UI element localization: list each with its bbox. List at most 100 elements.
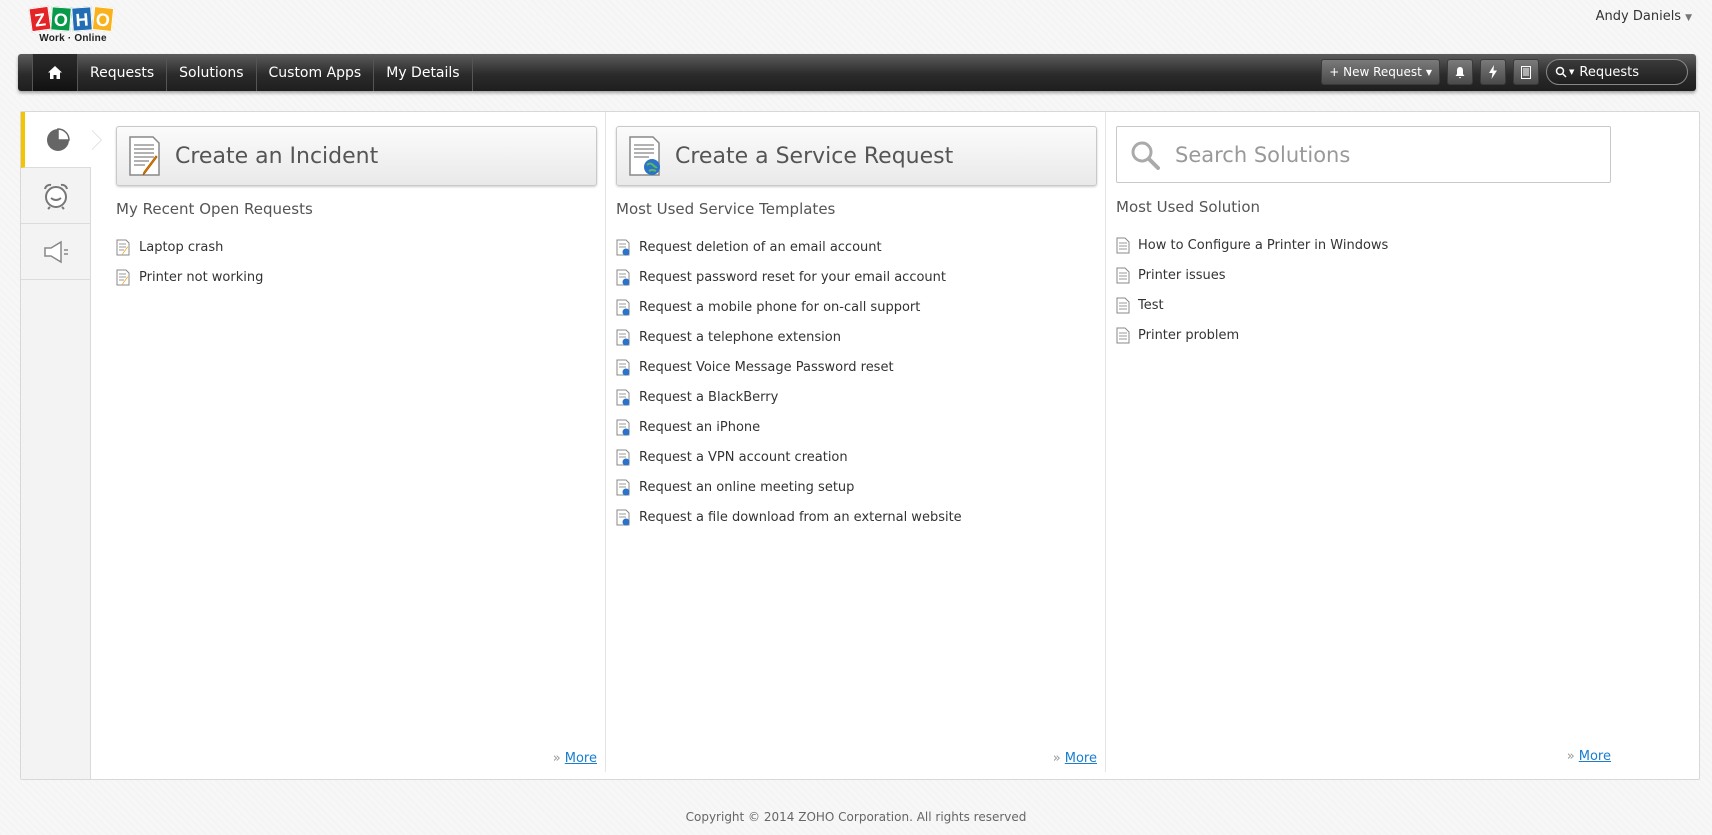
incident-column: Create an Incident My Recent Open Reques… — [116, 126, 597, 766]
user-menu[interactable]: Andy Daniels ▼ — [1596, 9, 1692, 24]
home-button[interactable] — [32, 54, 78, 91]
global-search[interactable]: ▼ Requests — [1546, 59, 1688, 85]
list-item-label: Laptop crash — [139, 239, 224, 255]
document-icon — [1521, 65, 1531, 79]
list-item[interactable]: Test — [1116, 290, 1611, 320]
most-used-solution-title: Most Used Solution — [1116, 198, 1261, 216]
service-template-icon — [616, 419, 630, 435]
logo-tiles: Z O H O — [28, 5, 116, 33]
chevron-down-icon: ▼ — [1425, 67, 1432, 77]
list-item-label: Printer issues — [1138, 267, 1226, 283]
notes-button[interactable] — [1513, 59, 1539, 85]
create-incident-label: Create an Incident — [175, 143, 379, 169]
double-chevron-icon: » — [552, 751, 561, 766]
list-item-label: Request Voice Message Password reset — [639, 359, 894, 375]
notifications-button[interactable] — [1447, 59, 1473, 85]
new-request-label: + New Request — [1329, 65, 1422, 79]
list-item[interactable]: Request a file download from an external… — [616, 502, 1097, 532]
list-item[interactable]: Printer problem — [1116, 320, 1611, 350]
column-divider — [1105, 112, 1106, 772]
incident-document-icon — [129, 136, 160, 176]
list-item-label: Request password reset for your email ac… — [639, 269, 946, 285]
tab-announcements[interactable] — [21, 224, 91, 280]
logo-letter: O — [50, 6, 72, 32]
lightning-icon — [1489, 65, 1497, 79]
main-navbar: Requests Solutions Custom Apps My Detail… — [18, 54, 1696, 91]
list-item[interactable]: Printer not working — [116, 262, 597, 292]
create-service-request-label: Create a Service Request — [675, 143, 954, 169]
service-document-icon — [629, 136, 660, 176]
list-item-label: Request deletion of an email account — [639, 239, 882, 255]
create-service-request-button[interactable]: Create a Service Request — [616, 126, 1097, 186]
tab-reminders[interactable] — [21, 168, 91, 224]
request-edit-icon — [116, 269, 130, 285]
service-template-icon — [616, 359, 630, 375]
create-incident-button[interactable]: Create an Incident — [116, 126, 597, 186]
search-icon — [1555, 66, 1567, 78]
search-icon — [1131, 141, 1160, 170]
list-item-label: Request a VPN account creation — [639, 449, 848, 465]
list-item-label: Printer not working — [139, 269, 264, 285]
more-link[interactable]: » More — [1053, 751, 1097, 766]
zoho-logo[interactable]: Z O H O Work · Online — [28, 5, 116, 49]
service-templates-list: Request deletion of an email account Req… — [616, 232, 1097, 532]
service-templates-title: Most Used Service Templates — [616, 200, 836, 218]
alarm-clock-icon — [44, 183, 68, 210]
search-scope-label: Requests — [1579, 64, 1639, 80]
double-chevron-icon: » — [1052, 751, 1061, 766]
list-item[interactable]: Request an online meeting setup — [616, 472, 1097, 502]
list-item[interactable]: How to Configure a Printer in Windows — [1116, 230, 1611, 260]
nav-requests[interactable]: Requests — [78, 54, 168, 91]
service-template-icon — [616, 509, 630, 525]
home-panel: Create an Incident My Recent Open Reques… — [20, 111, 1700, 780]
solution-document-icon — [1116, 237, 1130, 253]
list-item-label: Request a file download from an external… — [639, 509, 962, 525]
list-item[interactable]: Request deletion of an email account — [616, 232, 1097, 262]
list-item[interactable]: Request a mobile phone for on-call suppo… — [616, 292, 1097, 322]
footer-copyright: Copyright © 2014 ZOHO Corporation. All r… — [685, 810, 1027, 824]
recent-requests-list: Laptop crash Printer not working — [116, 232, 597, 292]
nav-solutions[interactable]: Solutions — [167, 54, 257, 91]
list-item[interactable]: Request a BlackBerry — [616, 382, 1097, 412]
list-item[interactable]: Request password reset for your email ac… — [616, 262, 1097, 292]
solutions-list: How to Configure a Printer in Windows Pr… — [1116, 230, 1611, 350]
more-link[interactable]: » More — [1567, 749, 1611, 764]
service-template-icon — [616, 449, 630, 465]
more-link-label[interactable]: More — [1579, 749, 1611, 764]
recent-requests-title: My Recent Open Requests — [116, 200, 313, 218]
list-item-label: Request an online meeting setup — [639, 479, 855, 495]
quick-actions-button[interactable] — [1480, 59, 1506, 85]
column-divider — [605, 112, 606, 772]
list-item-label: Printer problem — [1138, 327, 1240, 343]
megaphone-icon — [44, 240, 68, 263]
bell-icon — [1455, 66, 1465, 78]
service-template-icon — [616, 329, 630, 345]
logo-letter: H — [71, 6, 93, 32]
service-template-icon — [616, 389, 630, 405]
user-name: Andy Daniels — [1595, 9, 1682, 24]
more-link[interactable]: » More — [553, 751, 597, 766]
more-link-label[interactable]: More — [565, 751, 597, 766]
list-item[interactable]: Request a telephone extension — [616, 322, 1097, 352]
list-item-label: Request a mobile phone for on-call suppo… — [639, 299, 921, 315]
chevron-down-icon: ▼ — [1685, 13, 1692, 23]
search-solutions-input[interactable]: Search Solutions — [1116, 126, 1611, 183]
list-item[interactable]: Request Voice Message Password reset — [616, 352, 1097, 382]
list-item[interactable]: Request a VPN account creation — [616, 442, 1097, 472]
new-request-button[interactable]: + New Request ▼ — [1321, 59, 1440, 85]
nav-custom-apps[interactable]: Custom Apps — [257, 54, 375, 91]
list-item-label: Request a BlackBerry — [639, 389, 779, 405]
nav-my-details[interactable]: My Details — [374, 54, 473, 91]
list-item-label: Request an iPhone — [639, 419, 761, 435]
logo-subtitle: Work · Online — [39, 33, 107, 44]
list-item[interactable]: Printer issues — [1116, 260, 1611, 290]
list-item[interactable]: Laptop crash — [116, 232, 597, 262]
navbar-actions: + New Request ▼ ▼ Requests — [1321, 59, 1688, 85]
list-item[interactable]: Request an iPhone — [616, 412, 1097, 442]
tab-dashboard[interactable] — [21, 112, 91, 168]
list-item-label: How to Configure a Printer in Windows — [1138, 237, 1389, 253]
service-column: Create a Service Request Most Used Servi… — [616, 126, 1097, 766]
service-template-icon — [616, 239, 630, 255]
solutions-column: Search Solutions Most Used Solution How … — [1116, 126, 1611, 766]
more-link-label[interactable]: More — [1065, 751, 1097, 766]
